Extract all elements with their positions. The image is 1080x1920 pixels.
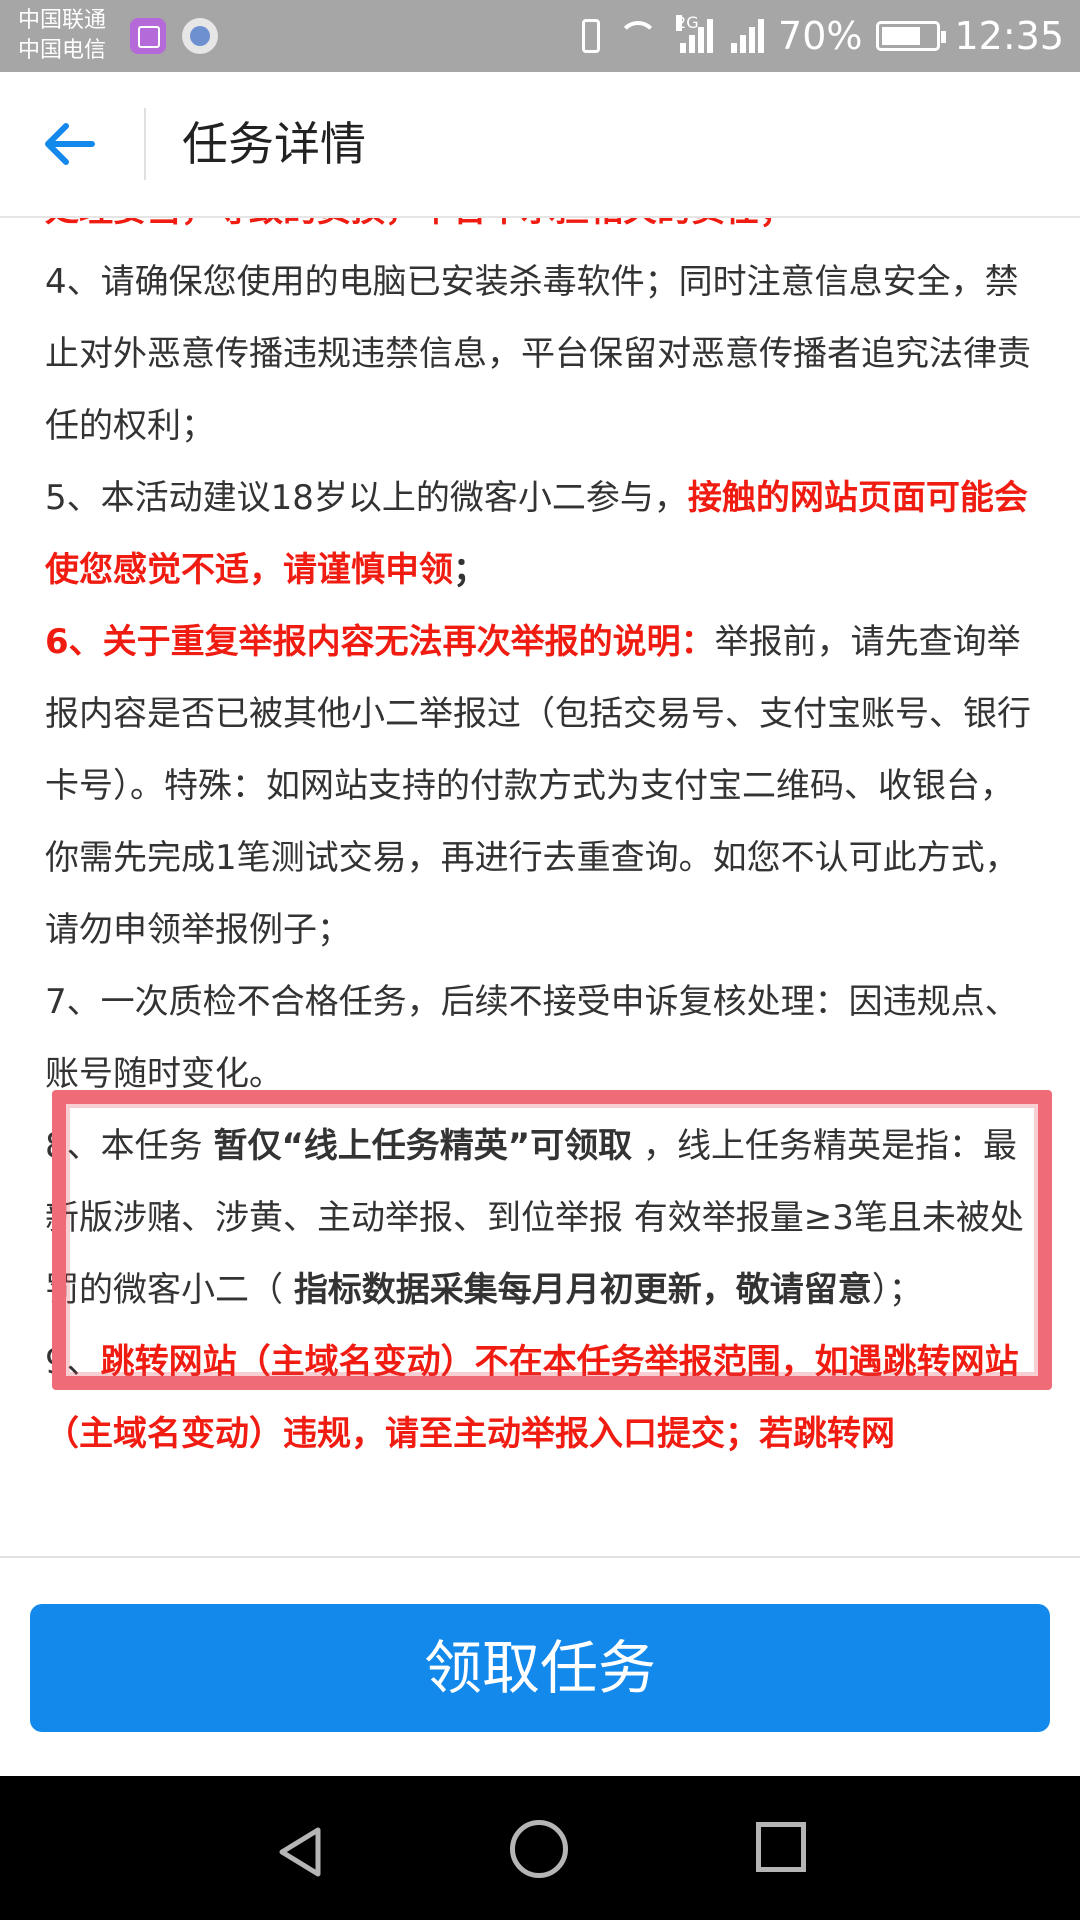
battery-icon bbox=[876, 21, 947, 51]
arrow-left-icon[interactable] bbox=[40, 114, 100, 174]
rule-6: 6、关于重复举报内容无法再次举报的说明：举报前，请先查询举报内容是否已被其他小二… bbox=[45, 622, 1031, 950]
status-bar: 中国联通 中国电信 2G 70% 12:35 bbox=[0, 0, 1080, 72]
rule-8: 8、本任务 暂仅“线上任务精英”可领取 ，线上任务精英是指：最新版涉赌、涉黄、主… bbox=[45, 1126, 1024, 1310]
task-detail-content[interactable]: 处理妥当，导致的资损，平台不承担相关的责任； 4、请确保您使用的电脑已安装杀毒软… bbox=[0, 218, 1080, 1556]
system-back-icon[interactable] bbox=[270, 1822, 330, 1882]
carrier-2: 中国电信 bbox=[18, 38, 107, 63]
carrier-info: 中国联通 中国电信 bbox=[18, 6, 106, 66]
system-recents-icon[interactable] bbox=[756, 1822, 806, 1872]
page-title: 任务详情 bbox=[182, 117, 366, 171]
wifi-icon bbox=[614, 19, 662, 53]
vibrate-icon bbox=[582, 19, 601, 53]
system-home-icon[interactable] bbox=[510, 1820, 568, 1878]
browser-notification-icon bbox=[182, 18, 218, 54]
rule-3-tail: 处理妥当，导致的资损，平台不承担相关的责任； bbox=[45, 218, 1035, 246]
gallery-notification-icon bbox=[130, 18, 166, 54]
claim-task-button[interactable]: 领取任务 bbox=[30, 1604, 1050, 1732]
header-divider bbox=[144, 108, 146, 180]
signal-icon-2 bbox=[727, 19, 765, 53]
status-icons: 2G 70% 12:35 bbox=[582, 0, 1064, 72]
rule-9: 9、跳转网站（主域名变动）不在本任务举报范围，如遇跳转网站（主域名变动）违规，请… bbox=[45, 1342, 1019, 1454]
rule-5: 5、本活动建议18岁以上的微客小二参与，接触的网站页面可能会使您感觉不适，请谨慎… bbox=[45, 478, 1028, 590]
task-rules: 处理妥当，导致的资损，平台不承担相关的责任； 4、请确保您使用的电脑已安装杀毒软… bbox=[45, 218, 1035, 1470]
clock: 12:35 bbox=[954, 14, 1064, 58]
rule-7: 7、一次质检不合格任务，后续不接受申诉复核处理：因违规点、账号随时变化。 bbox=[45, 982, 1019, 1094]
battery-percent: 70% bbox=[778, 14, 863, 58]
signal-icon-1: 2G bbox=[676, 15, 714, 53]
carrier-1: 中国联通 bbox=[18, 8, 107, 33]
action-bar: 领取任务 bbox=[0, 1556, 1080, 1778]
rule-4: 4、请确保您使用的电脑已安装杀毒软件；同时注意信息安全，禁止对外恶意传播违规违禁… bbox=[45, 262, 1031, 446]
system-nav-bar bbox=[0, 1776, 1080, 1920]
app-header: 任务详情 bbox=[0, 72, 1080, 218]
